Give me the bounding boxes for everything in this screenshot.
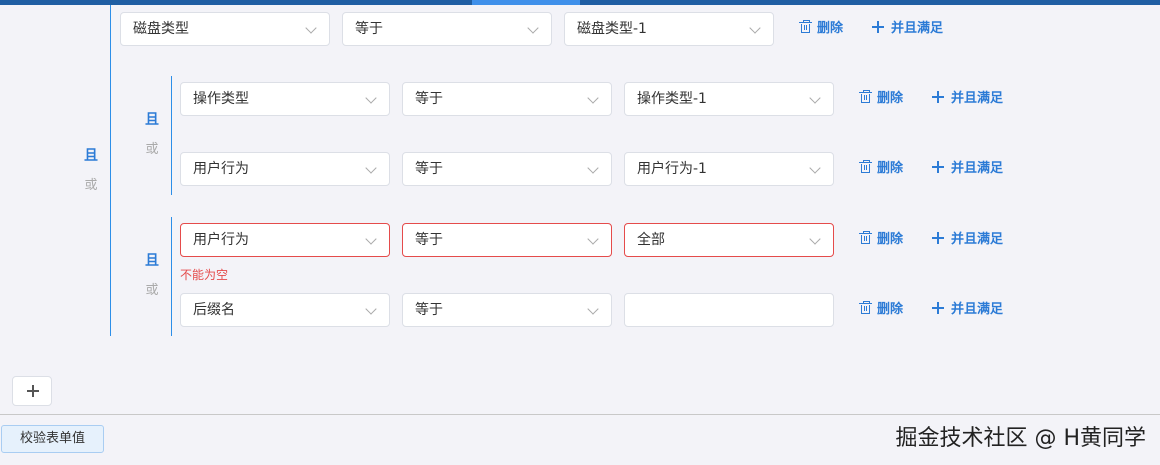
outer-group-logic: 且 或 [81, 148, 101, 194]
inner-2-and-toggle[interactable]: 且 [142, 253, 162, 269]
trash-icon [859, 90, 872, 104]
chevron-down-icon [809, 162, 821, 174]
chevron-down-icon [365, 92, 377, 104]
inner-group-1-line [171, 76, 172, 195]
inner-1-and-toggle[interactable]: 且 [142, 112, 162, 128]
row-3-operator-select[interactable]: 等于 [402, 223, 612, 257]
row-2-operator-select[interactable]: 等于 [402, 152, 612, 186]
chevron-down-icon [587, 303, 599, 315]
trash-icon [859, 301, 872, 315]
chevron-down-icon [587, 233, 599, 245]
outer-or-toggle[interactable]: 或 [81, 178, 101, 194]
plus-icon [932, 161, 944, 173]
inner-group-1-logic: 且 或 [142, 112, 162, 158]
row-2-field-select[interactable]: 用户行为 [180, 152, 390, 186]
chevron-down-icon [587, 162, 599, 174]
chevron-down-icon [587, 92, 599, 104]
row-2-add-and-button[interactable]: 并且满足 [932, 159, 1003, 179]
inner-2-or-toggle[interactable]: 或 [142, 283, 162, 299]
watermark: 掘金技术社区 @ H黄同学 [895, 426, 1146, 451]
row-0-add-and-button[interactable]: 并且满足 [872, 19, 943, 39]
top-bar [0, 0, 1160, 5]
chevron-down-icon [527, 22, 539, 34]
plus-icon [932, 232, 944, 244]
row-3-delete-button[interactable]: 删除 [859, 230, 903, 250]
row-1-field-select[interactable]: 操作类型 [180, 82, 390, 116]
add-group-button[interactable] [12, 376, 52, 406]
plus-icon [932, 302, 944, 314]
row-3-value-select[interactable]: 全部 [624, 223, 834, 257]
row-4-operator-select[interactable]: 等于 [402, 293, 612, 327]
row-1-add-and-button[interactable]: 并且满足 [932, 89, 1003, 109]
chevron-down-icon [809, 92, 821, 104]
inner-group-2-line [171, 217, 172, 336]
row-3-field-select[interactable]: 用户行为 [180, 223, 390, 257]
validate-form-button[interactable]: 校验表单值 [1, 425, 104, 453]
row-1-operator-select[interactable]: 等于 [402, 82, 612, 116]
row-0-field-select[interactable]: 磁盘类型 [120, 12, 330, 46]
row-0-operator-select[interactable]: 等于 [342, 12, 552, 46]
row-4-value-input[interactable] [624, 293, 834, 327]
row-4-field-select[interactable]: 后缀名 [180, 293, 390, 327]
outer-group-line [110, 5, 111, 336]
inner-group-2-logic: 且 或 [142, 253, 162, 299]
top-bar-accent [472, 0, 580, 5]
trash-icon [859, 160, 872, 174]
row-1-value-select[interactable]: 操作类型-1 [624, 82, 834, 116]
row-4-delete-button[interactable]: 删除 [859, 300, 903, 320]
chevron-down-icon [305, 22, 317, 34]
chevron-down-icon [809, 233, 821, 245]
trash-icon [799, 20, 812, 34]
chevron-down-icon [365, 233, 377, 245]
chevron-down-icon [749, 22, 761, 34]
footer-divider [0, 414, 1160, 415]
row-4-add-and-button[interactable]: 并且满足 [932, 300, 1003, 320]
row-1-delete-button[interactable]: 删除 [859, 89, 903, 109]
outer-and-toggle[interactable]: 且 [81, 148, 101, 164]
trash-icon [859, 231, 872, 245]
inner-1-or-toggle[interactable]: 或 [142, 142, 162, 158]
plus-icon [872, 21, 884, 33]
plus-icon [932, 91, 944, 103]
chevron-down-icon [365, 303, 377, 315]
row-0-value-select[interactable]: 磁盘类型-1 [564, 12, 774, 46]
chevron-down-icon [365, 162, 377, 174]
row-0-delete-button[interactable]: 删除 [799, 19, 843, 39]
plus-icon [27, 385, 39, 397]
row-3-add-and-button[interactable]: 并且满足 [932, 230, 1003, 250]
row-3-error-message: 不能为空 [180, 268, 229, 282]
row-2-delete-button[interactable]: 删除 [859, 159, 903, 179]
row-2-value-select[interactable]: 用户行为-1 [624, 152, 834, 186]
